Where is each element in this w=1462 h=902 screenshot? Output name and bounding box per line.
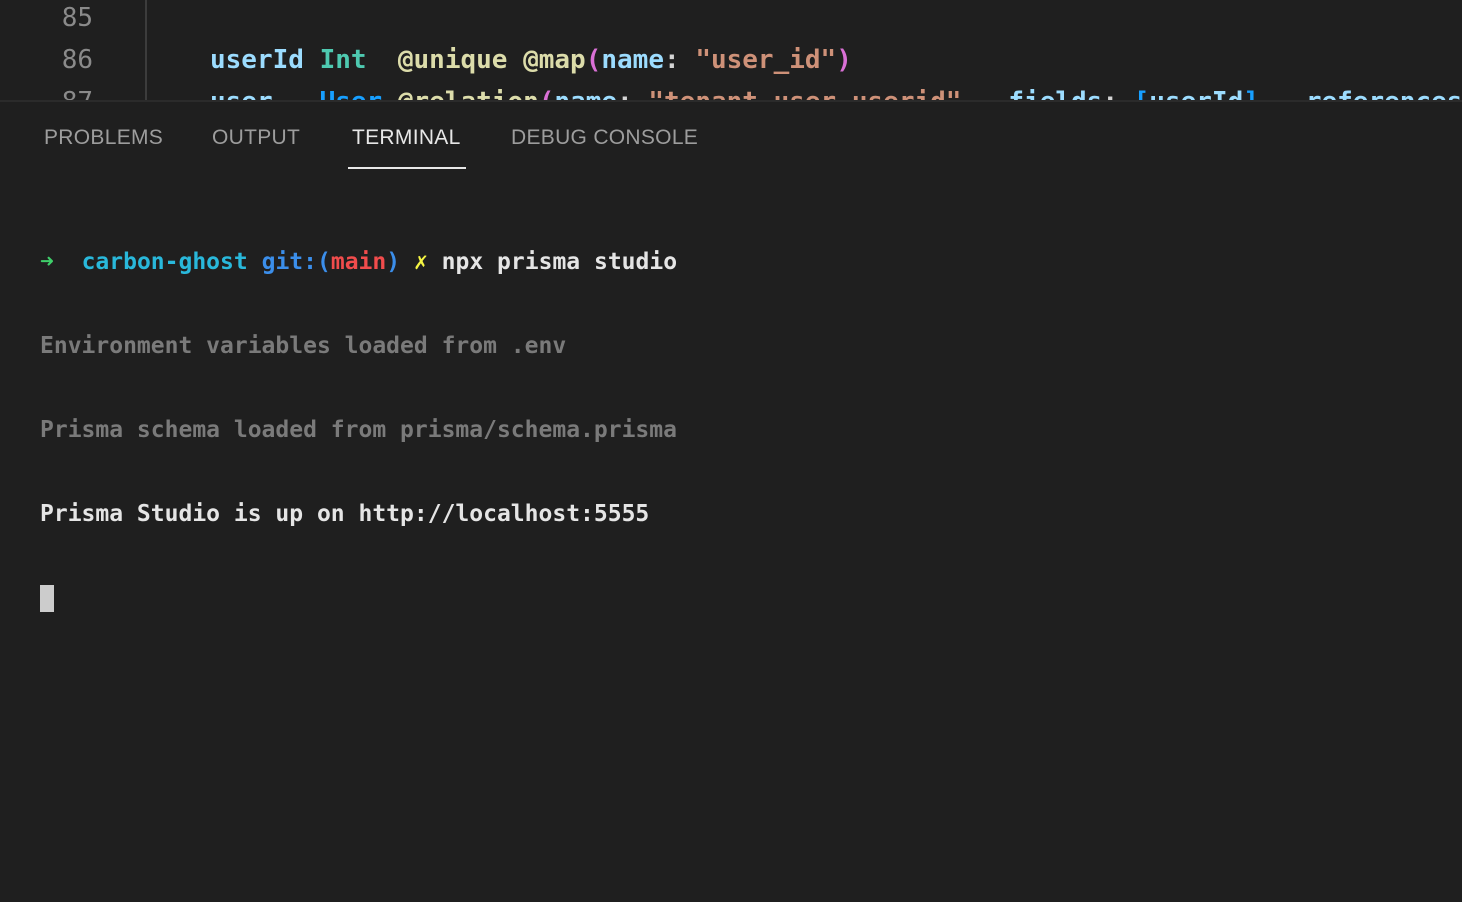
line-number-87: 87: [13, 82, 93, 100]
prompt-arrow-icon: ➜: [40, 249, 54, 275]
terminal-output-line: Prisma Studio is up on http://localhost:…: [40, 501, 650, 527]
field-name: user: [210, 87, 273, 100]
terminal-output-line: Prisma schema loaded from prisma/schema.…: [40, 417, 677, 443]
prompt-git-label: git:(: [261, 249, 331, 275]
prompt-git-close: ): [386, 249, 401, 275]
panel-tab-bar: PROBLEMS OUTPUT TERMINAL DEBUG CONSOLE: [0, 102, 1462, 172]
line-number-86: 86: [61, 45, 93, 75]
arg-key: name: [554, 87, 617, 100]
active-tab-indicator: [348, 167, 466, 169]
colon: :: [664, 45, 680, 75]
open-paren: (: [539, 87, 555, 100]
attribute-map: @map: [523, 45, 586, 75]
code-line-87[interactable]: user User @relation(name: "tenant_user_u…: [210, 82, 1462, 100]
terminal-cursor: [40, 585, 54, 612]
tab-debug-console[interactable]: DEBUG CONSOLE: [511, 126, 698, 150]
field-ref: userId: [1149, 87, 1243, 100]
arg-key-references: references: [1306, 87, 1462, 100]
dirty-marker-icon: ✗: [413, 249, 428, 275]
close-paren: ): [836, 45, 852, 75]
comma: ,: [1259, 87, 1275, 100]
attribute-unique: @unique: [397, 45, 508, 75]
colon: :: [1102, 87, 1118, 100]
prompt-branch: main: [330, 249, 387, 275]
code-line-86[interactable]: userId Int @unique @map(name: "user_id"): [210, 40, 852, 80]
line-number-gutter: 85 86 87: [0, 0, 145, 100]
prompt-directory: carbon-ghost: [81, 249, 248, 275]
colon: :: [617, 87, 633, 100]
arg-value: "user_id": [695, 45, 837, 75]
line-number-85: 85: [61, 3, 93, 33]
bracket-open: [: [1134, 87, 1150, 100]
terminal-output-line: Environment variables loaded from .env: [40, 333, 567, 359]
prompt-command: npx prisma studio: [441, 249, 678, 275]
gutter-divider: [145, 0, 147, 100]
tab-terminal[interactable]: TERMINAL: [352, 126, 461, 150]
tab-output[interactable]: OUTPUT: [212, 126, 300, 150]
terminal-prompt-line: ➜ carbon-ghost git:(main) ✗ npx prisma s…: [40, 248, 1440, 276]
code-editor[interactable]: 85 86 87 userId Int @unique @map(name: "…: [0, 0, 1462, 100]
field-type: Int: [319, 45, 367, 75]
field-type: User: [320, 87, 383, 100]
arg-key: name: [601, 45, 664, 75]
arg-value: "tenant_user_userid": [648, 87, 961, 100]
field-name: userId: [210, 45, 304, 75]
bracket-close: ]: [1243, 87, 1259, 100]
open-paren: (: [585, 45, 602, 75]
comma: ,: [961, 87, 977, 100]
tab-problems[interactable]: PROBLEMS: [44, 126, 163, 150]
attribute-relation: @relation: [398, 87, 539, 100]
terminal-input-line[interactable]: [40, 584, 1440, 612]
arg-key-fields: fields: [1008, 87, 1102, 100]
terminal-output[interactable]: ➜ carbon-ghost git:(main) ✗ npx prisma s…: [40, 192, 1440, 640]
